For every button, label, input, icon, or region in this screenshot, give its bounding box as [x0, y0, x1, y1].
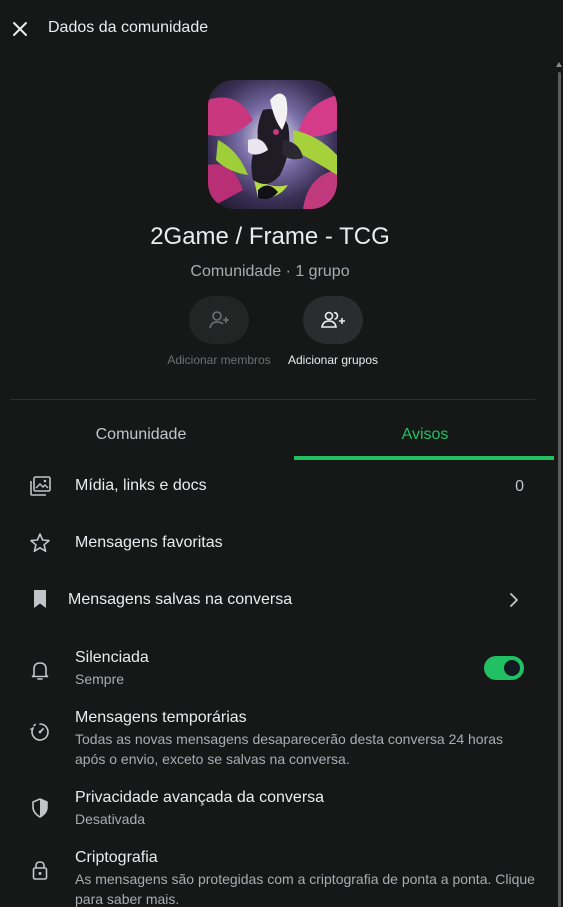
privacy-sub: Desativada: [75, 811, 146, 827]
panel-title: Dados da comunidade: [48, 19, 209, 36]
tab-underline: [294, 456, 554, 460]
chevron-right-icon: [508, 591, 520, 614]
muted-row[interactable]: Silenciada Sempre: [0, 640, 550, 690]
disappearing-messages-row[interactable]: Mensagens temporárias Todas as novas men…: [0, 700, 550, 772]
group-add-icon: [321, 311, 345, 328]
tab-announcements[interactable]: Avisos: [294, 414, 556, 458]
lock-icon: [28, 858, 52, 882]
bell-icon: [28, 658, 52, 682]
disappearing-sub: Todas as novas mensagens desaparecerão d…: [75, 731, 504, 767]
encryption-sub: As mensagens são protegidas com a cripto…: [75, 871, 535, 907]
bookmark-icon: [28, 587, 52, 611]
close-icon: [13, 22, 27, 36]
scrollbar[interactable]: [556, 62, 561, 907]
media-gallery-icon: [28, 474, 52, 498]
add-groups-circle[interactable]: [303, 296, 363, 344]
encryption-row[interactable]: Criptografia As mensagens são protegidas…: [0, 840, 550, 907]
privacy-title: Privacidade avançada da conversa: [75, 789, 325, 806]
media-count: 0: [515, 478, 524, 495]
saved-title: Mensagens salvas na conversa: [68, 591, 293, 608]
add-members-button[interactable]: Adicionar membros: [159, 296, 279, 367]
starred-title: Mensagens favoritas: [75, 534, 223, 551]
divider: [10, 399, 535, 400]
shield-icon: [28, 796, 52, 820]
disappearing-title: Mensagens temporárias: [75, 709, 247, 726]
encryption-title: Criptografia: [75, 849, 158, 866]
toggle-knob: [504, 660, 520, 676]
scrollbar-thumb[interactable]: [558, 72, 561, 907]
saved-messages-row[interactable]: Mensagens salvas na conversa: [0, 581, 550, 621]
community-avatar[interactable]: [208, 80, 337, 209]
add-groups-button[interactable]: Adicionar grupos: [273, 296, 393, 367]
mute-toggle[interactable]: [484, 656, 524, 680]
close-button[interactable]: [8, 17, 32, 41]
community-name: 2Game / Frame - TCG: [150, 223, 390, 250]
timer-icon: [28, 720, 52, 744]
add-members-label: Adicionar membros: [167, 353, 271, 367]
add-members-circle[interactable]: [189, 296, 249, 344]
muted-title: Silenciada: [75, 649, 149, 666]
media-links-docs-row[interactable]: Mídia, links e docs 0: [0, 468, 550, 508]
starred-messages-row[interactable]: Mensagens favoritas: [0, 525, 550, 565]
scroll-up-arrow[interactable]: [556, 62, 562, 67]
advanced-privacy-row[interactable]: Privacidade avançada da conversa Desativ…: [0, 780, 550, 830]
muted-sub: Sempre: [75, 671, 125, 687]
tab-community[interactable]: Comunidade: [10, 414, 272, 458]
add-groups-label: Adicionar grupos: [287, 353, 379, 367]
panel-header: Dados da comunidade: [0, 0, 563, 58]
media-title: Mídia, links e docs: [75, 477, 207, 494]
star-icon: [28, 531, 52, 555]
community-meta: Comunidade · 1 grupo: [190, 263, 350, 280]
person-add-icon: [209, 311, 229, 329]
